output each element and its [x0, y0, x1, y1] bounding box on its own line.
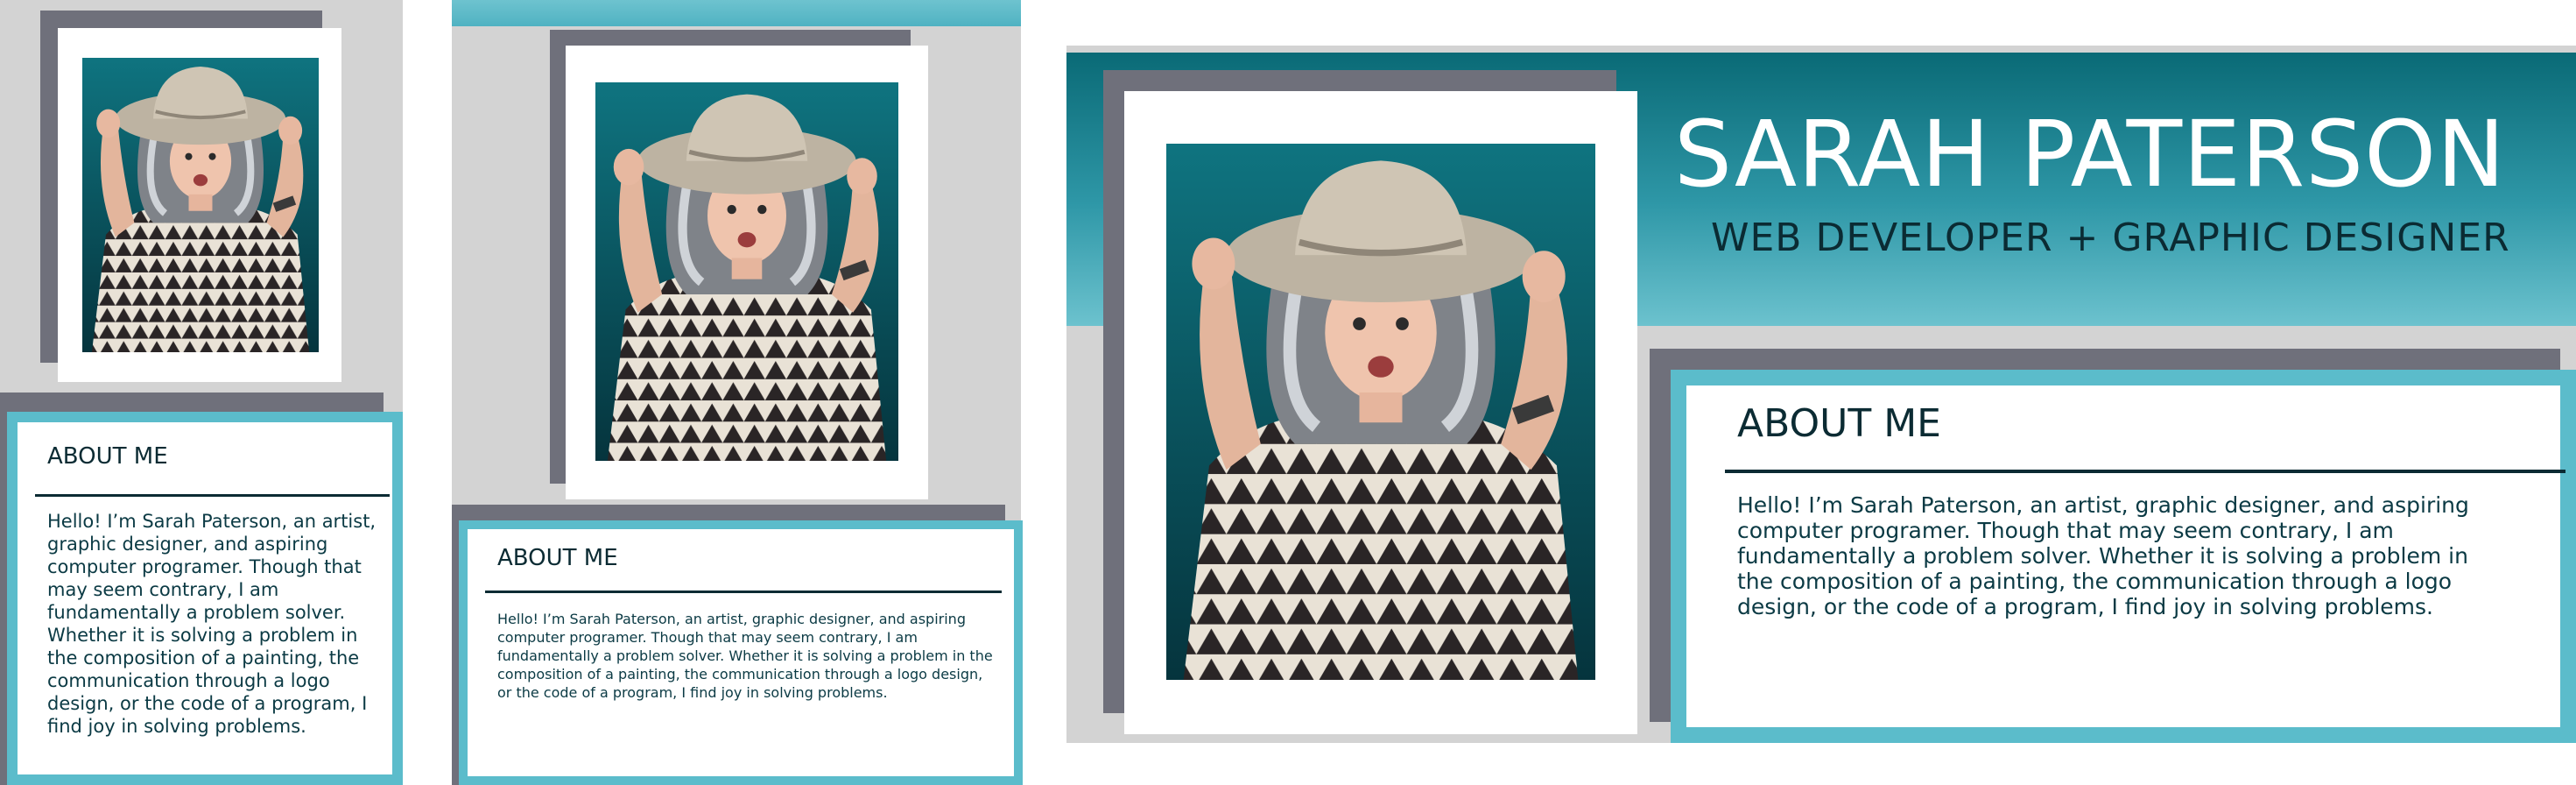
- profile-photo: [595, 82, 898, 461]
- panel-desktop: SARAH PATERSON WEB DEVELOPER + GRAPHIC D…: [1066, 46, 2576, 743]
- page-subtitle: WEB DEVELOPER + GRAPHIC DESIGNER: [1711, 216, 2510, 260]
- about-card: ABOUT ME Hello! I’m Sarah Paterson, an a…: [459, 520, 1023, 785]
- profile-photo: [1166, 144, 1595, 680]
- header-teal-strip: [452, 0, 1021, 26]
- about-divider: [485, 591, 1002, 593]
- about-title: ABOUT ME: [497, 545, 618, 571]
- about-text: Hello! I’m Sarah Paterson, an artist, gr…: [47, 511, 377, 737]
- about-card: ABOUT ME Hello! I’m Sarah Paterson, an a…: [7, 412, 403, 785]
- panel-tablet: ABOUT ME Hello! I’m Sarah Paterson, an a…: [452, 0, 1023, 785]
- about-text: Hello! I’m Sarah Paterson, an artist, gr…: [1737, 492, 2469, 619]
- about-card: ABOUT ME Hello! I’m Sarah Paterson, an a…: [1671, 370, 2576, 743]
- panel-mobile: ABOUT ME Hello! I’m Sarah Paterson, an a…: [0, 0, 403, 785]
- about-divider: [35, 494, 390, 497]
- about-divider: [1725, 470, 2565, 473]
- about-title: ABOUT ME: [1737, 401, 1941, 446]
- about-text: Hello! I’m Sarah Paterson, an artist, gr…: [497, 611, 993, 701]
- about-title: ABOUT ME: [47, 443, 168, 470]
- page-title: SARAH PATERSON: [1674, 101, 2506, 208]
- profile-photo: [82, 58, 319, 352]
